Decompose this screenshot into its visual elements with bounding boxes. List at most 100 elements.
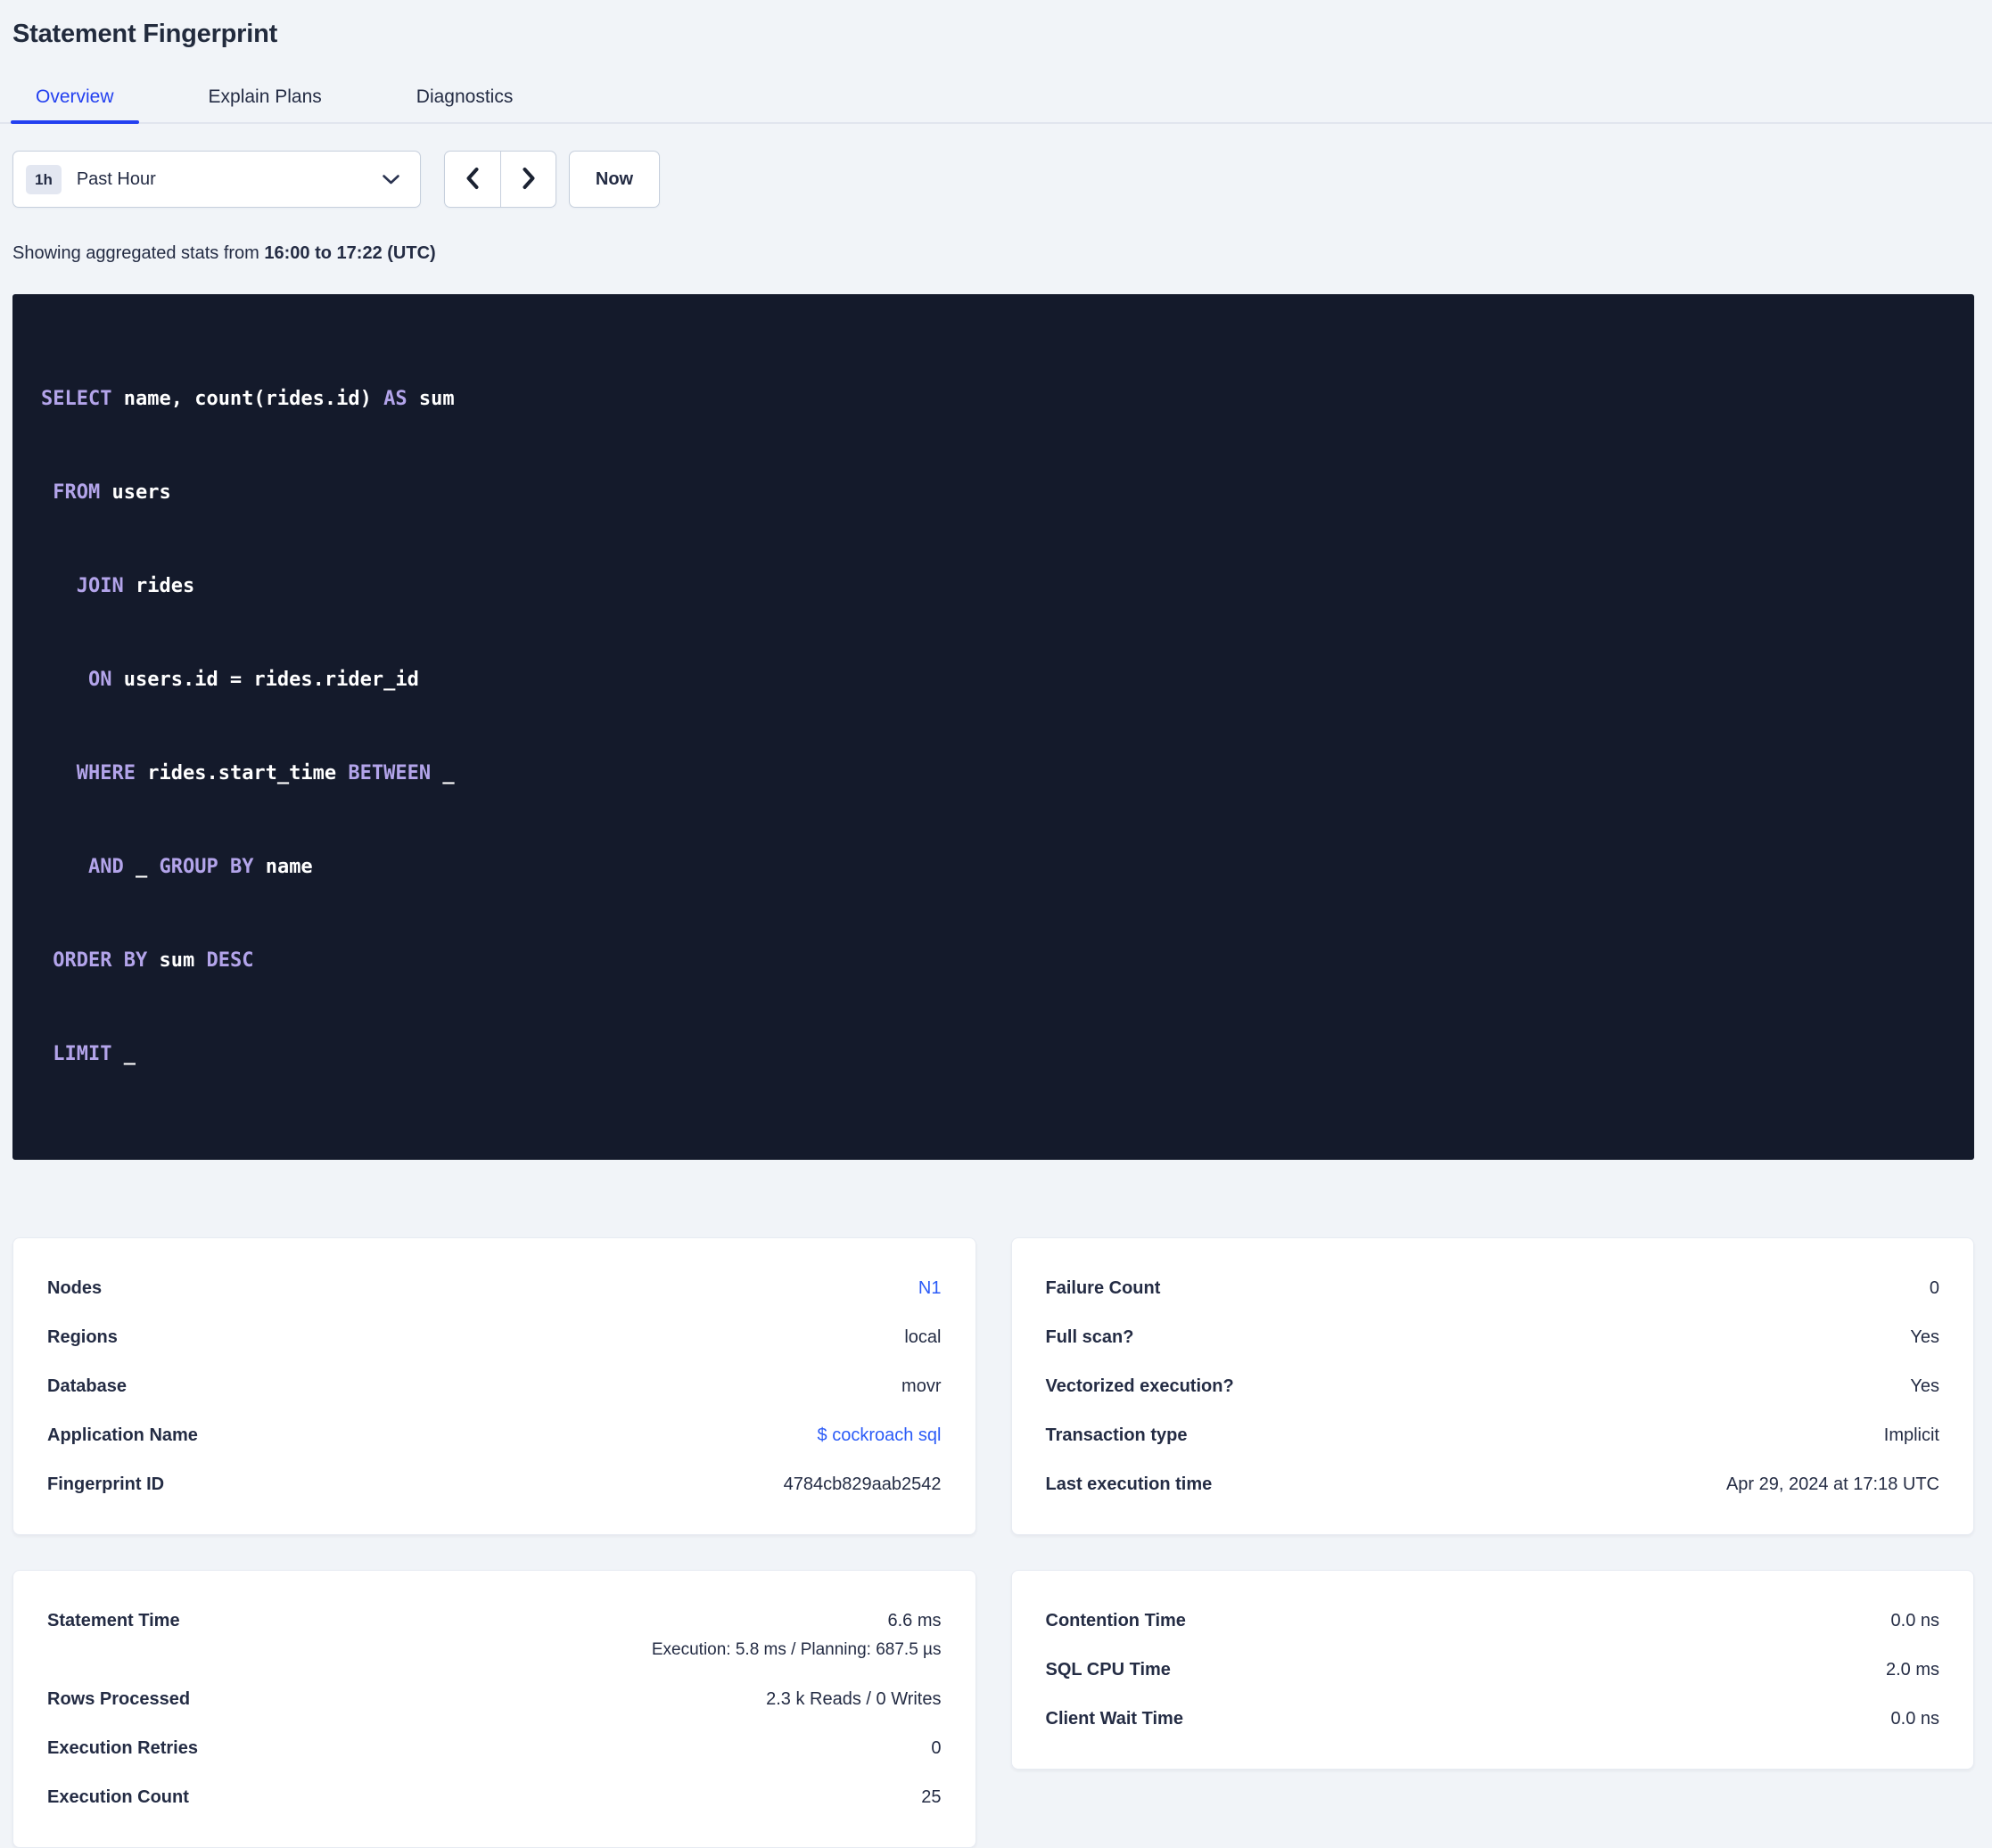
timing-cards-row: Statement Time 6.6 ms Execution: 5.8 ms … [12, 1570, 1974, 1848]
application-name-row: Application Name $ cockroach sql [47, 1425, 942, 1446]
failure-count-label: Failure Count [1045, 1278, 1161, 1298]
regions-value: local [904, 1327, 942, 1347]
transaction-type-label: Transaction type [1045, 1425, 1188, 1445]
application-name-link[interactable]: $ cockroach sql [818, 1425, 942, 1446]
sql-line: JOIN rides [41, 571, 1946, 602]
sql-text: users [100, 481, 171, 504]
failure-count-row: Failure Count 0 [1046, 1277, 1940, 1299]
sql-line: SELECT name, count(rides.id) AS sum [41, 383, 1946, 415]
sql-line: WHERE rides.start_time BETWEEN _ [41, 758, 1946, 789]
application-name-label: Application Name [47, 1425, 198, 1445]
sql-line: LIMIT _ [41, 1039, 1946, 1070]
sql-keyword: ORDER BY [53, 949, 148, 972]
vectorized-execution-label: Vectorized execution? [1045, 1376, 1234, 1396]
rows-processed-label: Rows Processed [47, 1689, 191, 1709]
last-execution-time-row: Last execution time Apr 29, 2024 at 17:1… [1046, 1474, 1940, 1495]
sql-keyword: AS [383, 388, 407, 410]
statement-time-row: Statement Time 6.6 ms Execution: 5.8 ms … [47, 1610, 942, 1661]
time-range-badge: 1h [26, 164, 62, 194]
failure-count-value: 0 [1929, 1278, 1939, 1298]
full-scan-row: Full scan? Yes [1046, 1326, 1940, 1348]
overview-cards-row: Nodes N1 Regions local Database movr App… [12, 1237, 1974, 1535]
sql-keyword: LIMIT [53, 1043, 112, 1065]
database-label: Database [47, 1376, 127, 1396]
rows-processed-row: Rows Processed 2.3 k Reads / 0 Writes [47, 1688, 942, 1710]
next-time-button[interactable] [500, 152, 556, 207]
database-value: movr [901, 1376, 942, 1396]
sql-keyword: GROUP BY [159, 856, 254, 878]
sql-text: rides [123, 575, 195, 597]
aggregated-stats-note: Showing aggregated stats from 16:00 to 1… [12, 243, 1974, 264]
nodes-row: Nodes N1 [47, 1277, 942, 1299]
regions-row: Regions local [47, 1326, 942, 1348]
time-range-label: Past Hour [76, 168, 156, 189]
execution-retries-label: Execution Retries [47, 1738, 198, 1758]
statement-time-values: 6.6 ms Execution: 5.8 ms / Planning: 687… [652, 1610, 942, 1661]
tab-overview[interactable]: Overview [11, 76, 139, 124]
full-scan-label: Full scan? [1045, 1327, 1134, 1347]
sql-line: AND _ GROUP BY name [41, 851, 1946, 883]
sql-text: _ [431, 762, 455, 784]
sql-keyword: BETWEEN [348, 762, 432, 784]
sql-text: users.id = rides.rider_id [111, 669, 419, 691]
sql-keyword: FROM [53, 481, 101, 504]
regions-label: Regions [47, 1327, 118, 1347]
nodes-link[interactable]: N1 [918, 1277, 942, 1299]
tab-explain-plans[interactable]: Explain Plans [184, 76, 347, 122]
execution-retries-value: 0 [931, 1738, 942, 1758]
now-button[interactable]: Now [569, 151, 660, 208]
statement-timing-card: Statement Time 6.6 ms Execution: 5.8 ms … [12, 1570, 976, 1848]
sql-text: sum [407, 388, 455, 410]
sql-statement-box: SELECT name, count(rides.id) AS sum FROM… [12, 294, 1974, 1160]
rows-processed-value: 2.3 k Reads / 0 Writes [766, 1689, 942, 1709]
tab-bar: Overview Explain Plans Diagnostics [0, 76, 1992, 124]
sql-line: ON users.id = rides.rider_id [41, 664, 1946, 695]
statement-fingerprint-page: Statement Fingerprint Overview Explain P… [0, 20, 1992, 1848]
sql-text: _ [123, 856, 160, 878]
sql-text: name [253, 856, 313, 878]
prev-time-button[interactable] [445, 152, 500, 207]
chevron-left-icon [463, 165, 482, 194]
sql-text: _ [111, 1043, 136, 1065]
sql-cpu-time-row: SQL CPU Time 2.0 ms [1046, 1659, 1940, 1680]
nodes-label: Nodes [47, 1278, 103, 1298]
execution-count-label: Execution Count [47, 1787, 189, 1807]
stats-note-range: 16:00 to 17:22 (UTC) [264, 243, 436, 263]
chevron-right-icon [519, 165, 539, 194]
transaction-type-row: Transaction type Implicit [1046, 1425, 1940, 1446]
sql-cpu-time-label: SQL CPU Time [1045, 1660, 1171, 1680]
execution-attributes-card: Failure Count 0 Full scan? Yes Vectorize… [1010, 1237, 1974, 1535]
contention-time-value: 0.0 ns [1890, 1611, 1939, 1630]
sql-line: FROM users [41, 477, 1946, 508]
sql-keyword: JOIN [76, 575, 124, 597]
statement-time-value: 6.6 ms [887, 1611, 942, 1630]
chevron-down-icon [382, 174, 400, 185]
statement-details-card: Nodes N1 Regions local Database movr App… [12, 1237, 976, 1535]
wait-timing-card: Contention Time 0.0 ns SQL CPU Time 2.0 … [1010, 1570, 1974, 1770]
client-wait-time-value: 0.0 ns [1890, 1709, 1939, 1729]
sql-keyword: SELECT [41, 388, 112, 410]
vectorized-execution-value: Yes [1910, 1376, 1939, 1396]
stats-note-prefix: Showing aggregated stats from [12, 243, 265, 263]
tab-diagnostics[interactable]: Diagnostics [391, 76, 539, 122]
contention-time-row: Contention Time 0.0 ns [1046, 1610, 1940, 1631]
fingerprint-id-value: 4784cb829aab2542 [783, 1474, 942, 1494]
time-picker: 1h Past Hour Now [12, 151, 1974, 208]
sql-keyword: DESC [206, 949, 254, 972]
time-range-dropdown[interactable]: 1h Past Hour [12, 151, 421, 208]
contention-time-label: Contention Time [1045, 1611, 1186, 1630]
page-title: Statement Fingerprint [12, 20, 278, 48]
sql-text: name, count(rides.id) [111, 388, 384, 410]
last-execution-time-value: Apr 29, 2024 at 17:18 UTC [1725, 1474, 1939, 1494]
client-wait-time-row: Client Wait Time 0.0 ns [1046, 1708, 1940, 1729]
transaction-type-value: Implicit [1883, 1425, 1939, 1445]
statement-time-breakdown: Execution: 5.8 ms / Planning: 687.5 µs [651, 1640, 942, 1659]
fingerprint-id-label: Fingerprint ID [47, 1474, 165, 1494]
sql-keyword: WHERE [76, 762, 136, 784]
